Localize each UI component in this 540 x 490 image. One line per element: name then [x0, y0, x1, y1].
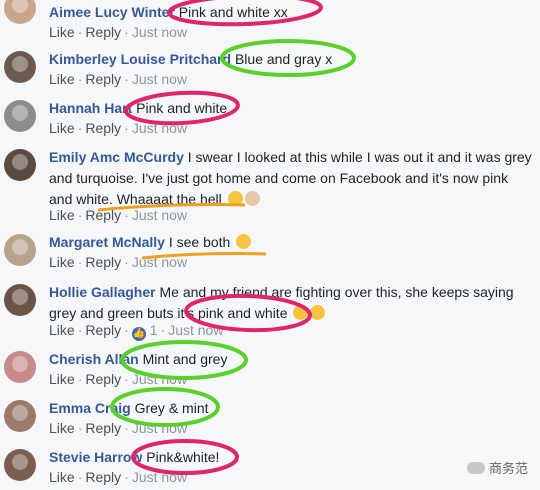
comment-text: Hannah Hart Pink and white: [49, 98, 535, 119]
comment-author[interactable]: Hannah Hart: [49, 100, 132, 116]
avatar[interactable]: [4, 100, 36, 132]
separator: ·: [77, 469, 83, 485]
comment-text: Hollie Gallagher Me and my friend are fi…: [49, 282, 535, 324]
separator: ·: [77, 420, 83, 436]
comment-author[interactable]: Hollie Gallagher: [49, 284, 156, 300]
timestamp: Just now: [131, 71, 188, 87]
separator: ·: [124, 420, 129, 436]
avatar[interactable]: [4, 149, 36, 181]
separator: ·: [77, 254, 83, 270]
avatar[interactable]: [4, 400, 36, 432]
separator: ·: [77, 24, 83, 40]
comment-author[interactable]: Stevie Harrow: [49, 449, 142, 465]
like-link[interactable]: Like: [49, 254, 75, 270]
comment-body: Mint and grey: [142, 351, 228, 367]
like-link[interactable]: Like: [49, 322, 75, 338]
reply-link[interactable]: Reply: [85, 371, 121, 387]
comment-actions: Like · Reply · Just now: [49, 254, 187, 270]
like-link[interactable]: Like: [49, 371, 75, 387]
comment-actions: Like · Reply · Just now: [49, 120, 187, 136]
comment-author[interactable]: Emily Amc McCurdy: [49, 149, 184, 165]
reply-link[interactable]: Reply: [85, 120, 121, 136]
separator: ·: [160, 322, 166, 338]
weary-face-icon: [227, 191, 243, 206]
timestamp: Just now: [131, 469, 188, 485]
separator: ·: [124, 120, 129, 136]
like-link[interactable]: Like: [49, 120, 75, 136]
reply-link[interactable]: Reply: [85, 71, 121, 87]
separator: ·: [77, 322, 83, 338]
separator: ·: [124, 469, 129, 485]
avatar[interactable]: [4, 51, 36, 83]
comment-body: Pink and white xx: [178, 4, 288, 20]
avatar[interactable]: [4, 234, 36, 266]
comment-author[interactable]: Kimberley Louise Pritchard: [49, 51, 231, 67]
reply-link[interactable]: Reply: [85, 420, 121, 436]
reply-link[interactable]: Reply: [85, 24, 121, 40]
separator: ·: [124, 371, 129, 387]
comment-actions: Like · Reply · 👍 1 · Just now: [49, 322, 223, 341]
separator: ·: [124, 322, 129, 338]
timestamp: Just now: [131, 420, 188, 436]
avatar[interactable]: [4, 449, 36, 481]
comment-author[interactable]: Cherish Allan: [49, 351, 139, 367]
comment-body: Blue and gray x: [234, 51, 333, 67]
comment-author[interactable]: Emma Craig: [49, 400, 131, 416]
crying-face-icon: [293, 305, 309, 320]
comment-text: Stevie Harrow Pink&white!: [49, 447, 535, 468]
wechat-icon: [466, 462, 485, 474]
timestamp: Just now: [131, 371, 188, 387]
watermark: 商务范: [466, 458, 528, 477]
reply-link[interactable]: Reply: [85, 254, 121, 270]
avatar[interactable]: [4, 351, 36, 383]
comment-actions: Like · Reply · Just now: [49, 371, 187, 387]
separator: ·: [124, 207, 129, 223]
comment-text: Margaret McNally I see both: [49, 232, 535, 253]
comment-text: Emily Amc McCurdy I swear I looked at th…: [49, 147, 535, 210]
separator: ·: [77, 120, 83, 136]
like-link[interactable]: Like: [49, 420, 75, 436]
like-link[interactable]: Like: [49, 469, 75, 485]
timestamp: Just now: [131, 207, 188, 223]
comment-body: Pink&white!: [146, 449, 220, 465]
comment-body: Grey & mint: [134, 400, 209, 416]
separator: ·: [77, 71, 83, 87]
like-link[interactable]: Like: [49, 24, 75, 40]
comment-author[interactable]: Margaret McNally: [49, 234, 165, 250]
comment-actions: Like · Reply · Just now: [49, 71, 187, 87]
separator: ·: [124, 254, 129, 270]
crying-face-icon: [310, 305, 326, 320]
like-count[interactable]: 1: [150, 322, 158, 338]
comment-body: I see both: [168, 234, 231, 250]
timestamp: Just now: [131, 24, 188, 40]
person-shrugging-icon: [244, 191, 260, 206]
comment-actions: Like · Reply · Just now: [49, 420, 187, 436]
separator: ·: [77, 371, 83, 387]
grinning-face-icon: [236, 234, 252, 249]
comment-text: Cherish Allan Mint and grey: [49, 349, 535, 370]
comment-actions: Like · Reply · Just now: [49, 207, 187, 223]
timestamp: Just now: [131, 120, 188, 136]
comment-author[interactable]: Aimee Lucy Winter: [49, 4, 175, 20]
like-link[interactable]: Like: [49, 71, 75, 87]
avatar[interactable]: [4, 284, 36, 316]
avatar[interactable]: [4, 0, 36, 24]
timestamp: Just now: [131, 254, 188, 270]
comment-actions: Like · Reply · Just now: [49, 469, 187, 485]
comment-text: Kimberley Louise Pritchard Blue and gray…: [49, 49, 535, 70]
watermark-label: 商务范: [488, 461, 528, 476]
timestamp: Just now: [168, 322, 224, 338]
reply-link[interactable]: Reply: [85, 322, 121, 338]
like-link[interactable]: Like: [49, 207, 75, 223]
thumbs-up-icon: 👍: [131, 327, 146, 341]
comment-actions: Like · Reply · Just now: [49, 24, 187, 40]
reply-link[interactable]: Reply: [85, 469, 121, 485]
comment-text: Emma Craig Grey & mint: [49, 398, 535, 419]
separator: ·: [124, 24, 129, 40]
comment-body: Pink and white: [136, 100, 228, 116]
comment-text: Aimee Lucy Winter Pink and white xx: [49, 2, 535, 23]
separator: ·: [77, 207, 83, 223]
separator: ·: [124, 71, 129, 87]
reply-link[interactable]: Reply: [85, 207, 121, 223]
